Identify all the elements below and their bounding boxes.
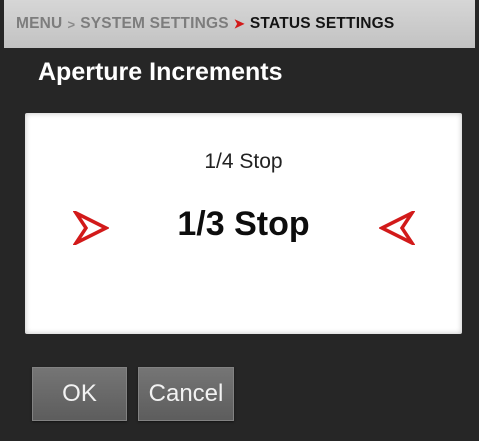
breadcrumb-item-menu[interactable]: MENU [16,15,62,33]
ok-button[interactable]: OK [32,367,127,421]
chevron-left-outline-icon[interactable] [379,211,415,245]
option-selector-panel[interactable]: 1/4 Stop 1/3 Stop [25,113,462,334]
breadcrumb-item-system-settings[interactable]: SYSTEM SETTINGS [80,15,229,33]
breadcrumb-item-status-settings: STATUS SETTINGS [249,15,395,32]
previous-option[interactable]: 1/4 Stop [25,150,462,174]
cancel-button[interactable]: Cancel [138,367,234,421]
breadcrumb-separator-active: ➤ [233,16,245,31]
breadcrumb-separator: > [67,16,76,32]
page-title: Aperture Increments [38,58,283,86]
breadcrumb: MENU > SYSTEM SETTINGS ➤ STATUS SETTINGS [4,0,475,48]
status-settings-screen: MENU > SYSTEM SETTINGS ➤ STATUS SETTINGS… [0,0,479,441]
